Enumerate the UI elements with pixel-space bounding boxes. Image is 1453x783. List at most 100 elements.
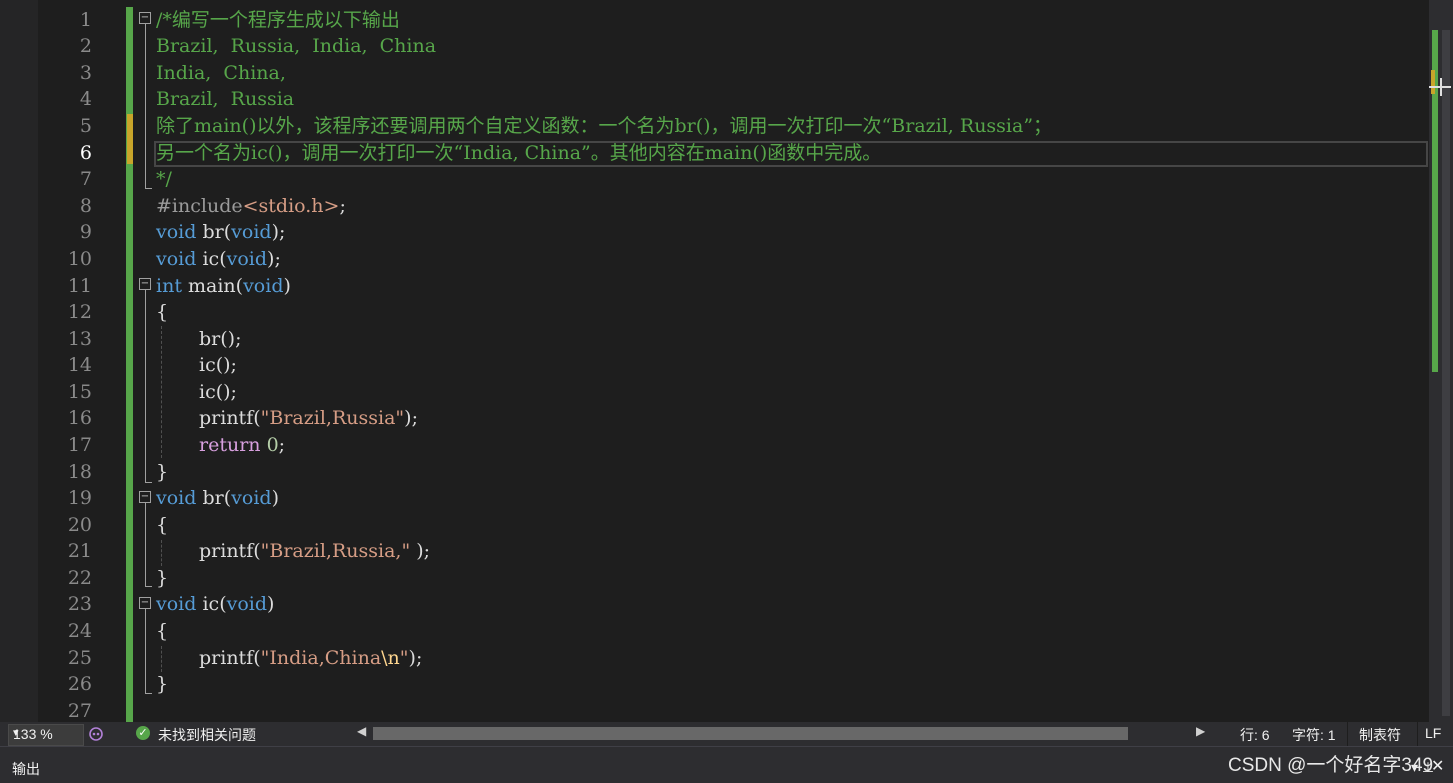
status-divider — [1417, 722, 1418, 746]
paren: ) — [267, 593, 275, 615]
editor-status-bar: 133 % ▾ ✓ 未找到相关问题 ◀ ▶ 行: 6 字符: 1 制表符 LF — [0, 722, 1453, 746]
scrollbar-caret-marker — [1440, 78, 1442, 96]
fold-guide — [145, 609, 146, 693]
scroll-right-icon[interactable]: ▶ — [1196, 724, 1205, 738]
keyword-return: return — [199, 434, 261, 456]
code-line-2: Brazil, Russia, India, China — [156, 35, 437, 57]
line-number: 16 — [67, 407, 92, 429]
output-panel-title[interactable]: 输出 — [12, 759, 40, 779]
current-line-number: 6 — [79, 142, 92, 164]
keyword-void: void — [231, 221, 272, 243]
line-number: 18 — [67, 461, 92, 483]
chevron-down-icon: ▾ — [13, 727, 19, 739]
escape-sequence: \n — [381, 647, 400, 669]
function-name: ic — [196, 248, 220, 270]
string-literal: "Brazil,Russia" — [260, 407, 405, 429]
statement-end: ); — [404, 407, 418, 429]
line-number: 25 — [67, 647, 92, 669]
call-tail: (); — [215, 381, 237, 403]
line-number: 12 — [67, 301, 92, 323]
line-ending-indicator[interactable]: LF — [1425, 725, 1441, 741]
call-tail: (); — [220, 328, 242, 350]
paren: ( — [235, 275, 244, 297]
issues-status[interactable]: 未找到相关问题 — [158, 725, 256, 745]
statement-end: ); — [271, 221, 286, 243]
code-editor[interactable]: − − − − /*编写一个程序生成以下输出 Brazil, Russia, I… — [134, 0, 1429, 722]
code-line-14: ic(); — [199, 352, 237, 378]
code-line-7: */ — [156, 168, 172, 190]
function-call: ic — [199, 381, 216, 403]
status-divider — [1347, 722, 1348, 746]
string-literal: "Brazil,Russia," — [260, 540, 411, 562]
keyword-void: void — [226, 593, 268, 615]
code-line-20: { — [156, 514, 169, 536]
code-line-5: 除了main()以外，该程序还要调用两个自定义函数：一个名为br()，调用一次打… — [156, 115, 1053, 137]
line-number: 11 — [67, 275, 92, 297]
code-line-4: Brazil, Russia — [156, 88, 295, 110]
line-number: 26 — [67, 673, 92, 695]
fold-guide-end — [145, 693, 152, 694]
scroll-left-icon[interactable]: ◀ — [357, 724, 366, 738]
semicolon: ; — [278, 434, 286, 456]
indent-guide — [161, 646, 162, 672]
paren: ) — [283, 275, 291, 297]
keyword-void: void — [156, 248, 197, 270]
horizontal-scrollbar[interactable] — [373, 727, 1128, 740]
line-indicator[interactable]: 行: 6 — [1240, 725, 1270, 745]
keyword-void: void — [231, 487, 272, 509]
function-name: ic — [196, 593, 220, 615]
line-number: 10 — [67, 248, 92, 270]
code-line-15: ic(); — [199, 379, 237, 405]
code-line-13: br(); — [199, 326, 241, 352]
number-literal: 0 — [260, 434, 279, 456]
char-indicator[interactable]: 字符: 1 — [1292, 725, 1336, 745]
line-number: 3 — [79, 62, 92, 84]
code-line-11: int main(void) — [156, 273, 291, 299]
fold-guide-end — [145, 188, 152, 189]
fold-guide-end — [145, 482, 152, 483]
line-number: 8 — [79, 195, 92, 217]
line-number: 19 — [67, 487, 92, 509]
vertical-scroll-thumb[interactable] — [1442, 30, 1450, 716]
line-number: 15 — [67, 381, 92, 403]
fold-minus-icon[interactable]: − — [139, 12, 151, 24]
function-call: ic — [199, 354, 216, 376]
line-number: 9 — [79, 221, 92, 243]
line-number: 14 — [67, 354, 92, 376]
line-number: 5 — [79, 115, 92, 137]
fold-minus-icon[interactable]: − — [139, 278, 151, 290]
indentation-indicator[interactable]: 制表符 — [1359, 725, 1401, 745]
fold-guide — [145, 290, 146, 482]
line-number: 2 — [79, 35, 92, 57]
code-line-17: return 0; — [199, 432, 285, 458]
watermark: CSDN @一个好名字349 — [1228, 755, 1434, 776]
code-line-26: } — [156, 673, 169, 695]
code-line-16: printf("Brazil,Russia"); — [199, 405, 418, 431]
paren: ( — [219, 248, 227, 270]
line-number: 20 — [67, 514, 92, 536]
line-number: 17 — [67, 434, 92, 456]
include-header: <stdio.h> — [242, 195, 340, 217]
function-name: main — [181, 275, 236, 297]
indent-guide — [161, 540, 162, 566]
string-literal-end: " — [399, 647, 409, 669]
code-line-12: { — [156, 301, 169, 323]
code-line-18: } — [156, 461, 169, 483]
code-line-25: printf("India,China\n"); — [199, 645, 422, 671]
code-line-24: { — [156, 620, 169, 642]
printf-call: printf( — [199, 407, 261, 429]
keyword-void: void — [243, 275, 284, 297]
code-line-1: /*编写一个程序生成以下输出 — [156, 9, 400, 31]
statement-end: ); — [267, 248, 281, 270]
line-number: 7 — [79, 168, 92, 190]
line-number: 23 — [67, 593, 92, 615]
line-number: 22 — [67, 567, 92, 589]
line-number: 1 — [79, 9, 92, 31]
printf-call: printf( — [199, 540, 261, 562]
zoom-dropdown[interactable]: 133 % ▾ — [8, 724, 84, 746]
copilot-icon[interactable] — [88, 726, 104, 742]
fold-minus-icon[interactable]: − — [139, 491, 151, 503]
scrollbar-unsaved-marker — [1431, 70, 1435, 94]
keyword-void: void — [226, 248, 268, 270]
fold-minus-icon[interactable]: − — [139, 597, 151, 609]
